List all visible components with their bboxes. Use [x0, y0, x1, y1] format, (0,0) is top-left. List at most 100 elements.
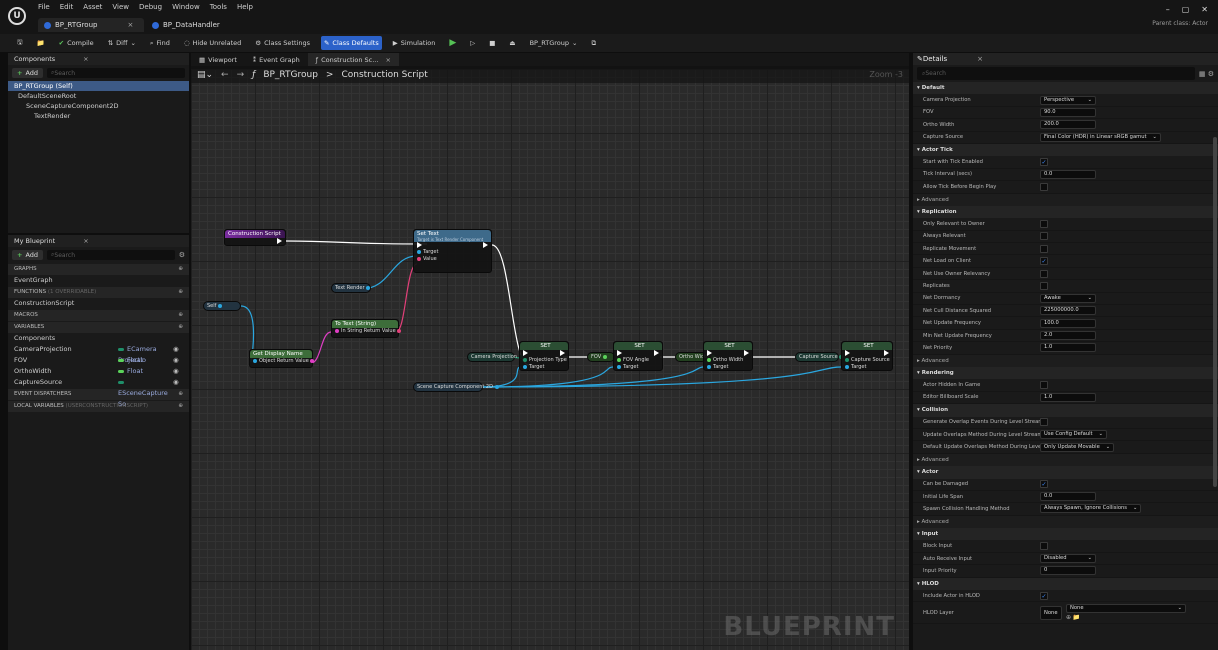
exec-out-pin[interactable]: [225, 238, 285, 245]
add-graph-icon[interactable]: ⊕: [178, 264, 183, 275]
property-select[interactable]: Use Config Default ⌄: [1040, 430, 1107, 440]
variable-capturesource[interactable]: CaptureSource ESceneCapture So ◉: [8, 377, 189, 408]
property-select[interactable]: Only Update Movable ⌄: [1040, 442, 1115, 452]
exec-pin[interactable]: [614, 350, 662, 357]
close-panel-icon[interactable]: ×: [83, 237, 88, 245]
ortho-width-pin[interactable]: Ortho Width: [704, 357, 752, 364]
target-pin[interactable]: Target: [614, 364, 662, 371]
property-checkbox[interactable]: [1040, 182, 1048, 191]
category-header[interactable]: ▾ Replication: [913, 205, 1218, 219]
debug-object-select[interactable]: BP_RTGroup ⌄: [527, 36, 581, 50]
play-button[interactable]: ▶: [446, 36, 459, 50]
target-pin[interactable]: Target: [842, 364, 892, 371]
close-panel-icon[interactable]: ×: [977, 55, 983, 63]
property-checkbox[interactable]: [1040, 381, 1048, 390]
property-select[interactable]: Awake ⌄: [1040, 293, 1096, 303]
ortho-pin[interactable]: Ortho Width: [676, 353, 715, 360]
graph-menu-icon[interactable]: ▤⌄: [197, 70, 213, 80]
step-button[interactable]: ▷: [467, 36, 478, 50]
breadcrumb-root[interactable]: BP_RTGroup: [263, 70, 318, 80]
property-checkbox[interactable]: ✓: [1040, 257, 1048, 266]
eye-icon[interactable]: ◉: [173, 377, 183, 388]
browse-debug-button[interactable]: ⧉: [588, 36, 599, 50]
tab-bp-datahandler[interactable]: BP_DataHandler: [146, 18, 226, 32]
eye-icon[interactable]: ◉: [173, 344, 183, 355]
exec-pin[interactable]: [520, 350, 568, 357]
property-checkbox[interactable]: ✓: [1040, 158, 1048, 167]
property-checkbox[interactable]: [1040, 244, 1048, 253]
self-pin[interactable]: Self: [204, 302, 240, 309]
fov-angle-pin[interactable]: FOV Angle: [614, 357, 662, 364]
menu-asset[interactable]: Asset: [83, 3, 102, 11]
node-set-ortho-width[interactable]: SET Ortho Width Target: [703, 341, 753, 371]
save-button[interactable]: 🖫: [14, 36, 26, 50]
function-item-construction[interactable]: ConstructionScript: [8, 298, 189, 309]
category-header[interactable]: ▾ HLOD: [913, 577, 1218, 591]
find-button[interactable]: ⌕ Find: [147, 36, 173, 50]
add-component-button[interactable]: + Add: [12, 68, 44, 78]
advanced-expander[interactable]: ▸ Advanced: [913, 193, 1218, 206]
settings-gear-icon[interactable]: ⚙: [179, 251, 185, 259]
advanced-expander[interactable]: ▸ Advanced: [913, 453, 1218, 467]
view-options-icon[interactable]: ▦ ⚙: [1199, 70, 1214, 78]
add-member-button[interactable]: + Add: [12, 250, 44, 260]
category-header[interactable]: ▾ Actor: [913, 466, 1218, 479]
menu-file[interactable]: File: [38, 3, 50, 11]
property-checkbox[interactable]: [1040, 232, 1048, 241]
target-pin[interactable]: Target: [414, 249, 491, 256]
exec-pin[interactable]: [704, 350, 752, 357]
variable-category-components[interactable]: Components: [8, 333, 189, 344]
node-set-fov-angle[interactable]: SET FOV Angle Target: [613, 341, 663, 371]
close-tab-icon[interactable]: ×: [385, 56, 390, 64]
node-text-render-getter[interactable]: Text Render: [331, 283, 371, 293]
node-set-text[interactable]: Set Text Target is Text Render Component …: [413, 229, 492, 273]
exec-in-pin[interactable]: [414, 242, 491, 249]
forward-arrow-icon[interactable]: →: [237, 70, 245, 80]
property-select[interactable]: Always Spawn, Ignore Collisions ⌄: [1040, 504, 1142, 514]
property-input[interactable]: 0.0: [1040, 169, 1096, 179]
category-header[interactable]: ▾ Input: [913, 528, 1218, 541]
menu-tools[interactable]: Tools: [210, 3, 227, 11]
property-input[interactable]: 225000000.0: [1040, 306, 1096, 316]
tree-item-textrender[interactable]: TextRender: [8, 111, 189, 121]
menu-view[interactable]: View: [112, 3, 129, 11]
projection-type-pin[interactable]: Projection Type: [520, 357, 568, 364]
capture-source-pin[interactable]: Capture Source: [842, 357, 892, 364]
tree-item-defaultsceneroot[interactable]: DefaultSceneRoot: [8, 91, 189, 101]
unreal-logo-icon[interactable]: U: [8, 7, 26, 25]
blueprint-graph-canvas[interactable]: Construction Script Set Text Target is Te…: [191, 69, 909, 650]
property-checkbox[interactable]: ✓: [1040, 480, 1048, 489]
property-checkbox[interactable]: [1040, 542, 1048, 551]
browse-button[interactable]: 📁: [34, 36, 48, 50]
node-set-projection-type[interactable]: SET Projection Type Target: [519, 341, 569, 371]
property-checkbox[interactable]: [1040, 281, 1048, 290]
hlod-layer-select[interactable]: None ⌄: [1066, 604, 1186, 614]
property-input[interactable]: 0.0: [1040, 492, 1096, 502]
property-input[interactable]: 100.0: [1040, 318, 1096, 328]
category-header[interactable]: ▾ Default: [913, 82, 1218, 95]
section-functions[interactable]: FUNCTIONS (1 OVERRIDABLE) ⊕: [8, 287, 189, 298]
advanced-expander[interactable]: ▸ Advanced: [913, 354, 1218, 367]
tab-construction-script[interactable]: ƒ Construction Sc... ×: [307, 53, 399, 66]
value-pin[interactable]: Value: [414, 256, 491, 263]
advanced-expander[interactable]: ▸ Advanced: [913, 515, 1218, 529]
details-search-input[interactable]: ⌕ Search: [917, 67, 1195, 80]
add-local-icon[interactable]: ⊕: [178, 401, 183, 412]
node-fov-getter[interactable]: FOV: [587, 352, 615, 362]
node-get-display-name[interactable]: Get Display Name Object Return Value: [249, 349, 315, 368]
menu-debug[interactable]: Debug: [139, 3, 162, 11]
add-dispatcher-icon[interactable]: ⊕: [178, 389, 183, 400]
property-checkbox[interactable]: [1040, 219, 1048, 228]
close-panel-icon[interactable]: ×: [83, 55, 88, 63]
target-pin[interactable]: Target: [704, 364, 752, 371]
tab-viewport[interactable]: ▦ Viewport: [191, 53, 245, 66]
close-window-button[interactable]: ✕: [1201, 5, 1208, 14]
add-variable-icon[interactable]: ⊕: [178, 322, 183, 333]
components-search-input[interactable]: ⌕ Search: [47, 68, 185, 78]
add-macro-icon[interactable]: ⊕: [178, 310, 183, 321]
capsrc-pin[interactable]: Capture Source: [796, 353, 844, 360]
eject-button[interactable]: ⏏: [506, 36, 518, 50]
hide-unrelated-button[interactable]: ◌ Hide Unrelated: [181, 36, 244, 50]
object-pin[interactable]: Object Return Value: [250, 358, 315, 365]
property-input[interactable]: 1.0: [1040, 392, 1096, 402]
